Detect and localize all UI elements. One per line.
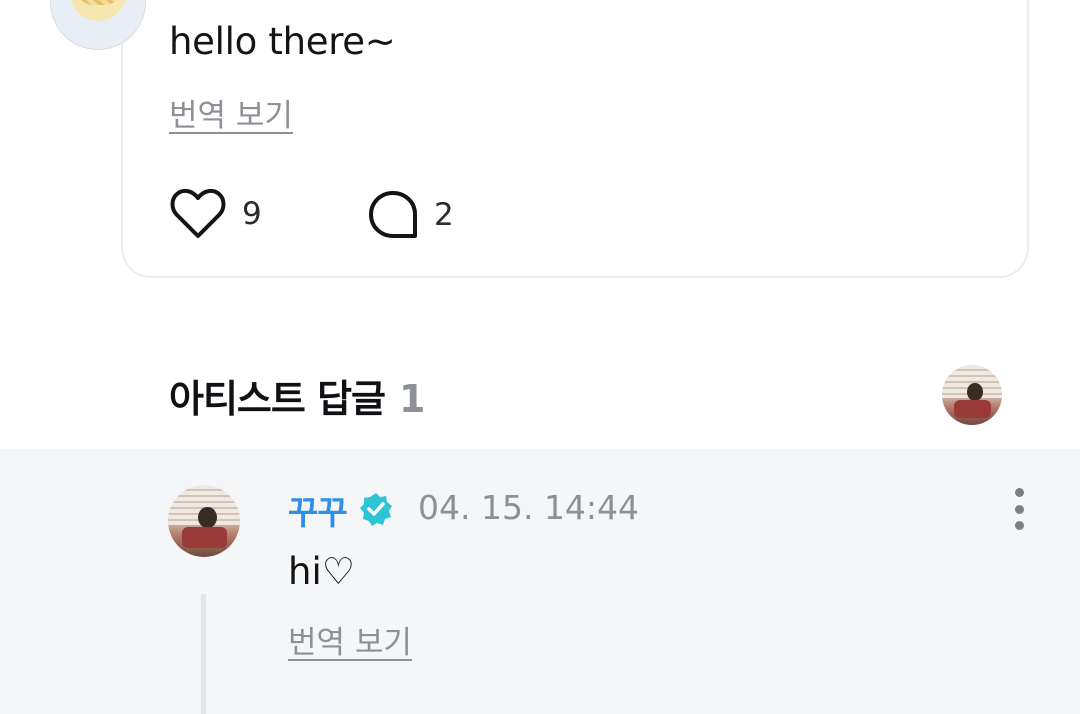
more-vertical-icon <box>1014 488 1024 497</box>
artist-avatar-small[interactable] <box>942 365 1002 425</box>
comment-bubble-icon <box>369 191 417 238</box>
thread-line <box>201 594 206 714</box>
artist-replies-title: 아티스트 답글 <box>169 377 386 421</box>
post-text: hello there~ <box>169 20 396 63</box>
more-options-button[interactable] <box>1004 488 1034 530</box>
comment-count: 2 <box>434 197 454 233</box>
verified-badge-icon <box>360 493 392 526</box>
reply-timestamp: 04. 15. 14:44 <box>418 488 640 527</box>
artist-replies-heading: 아티스트 답글 1 <box>169 368 425 423</box>
like-button[interactable]: 9 <box>170 188 262 240</box>
heart-icon <box>170 188 226 238</box>
reply-author-name[interactable]: 꾸꾸 <box>288 486 348 534</box>
like-count: 9 <box>242 196 262 232</box>
reply-author-avatar[interactable] <box>168 485 240 557</box>
artist-replies-count: 1 <box>399 377 425 421</box>
comment-button[interactable]: 2 <box>368 190 454 240</box>
reply-translate-link[interactable]: 번역 보기 <box>288 617 412 662</box>
post-translate-link[interactable]: 번역 보기 <box>169 90 293 135</box>
reply-text: hi♡ <box>288 550 355 593</box>
